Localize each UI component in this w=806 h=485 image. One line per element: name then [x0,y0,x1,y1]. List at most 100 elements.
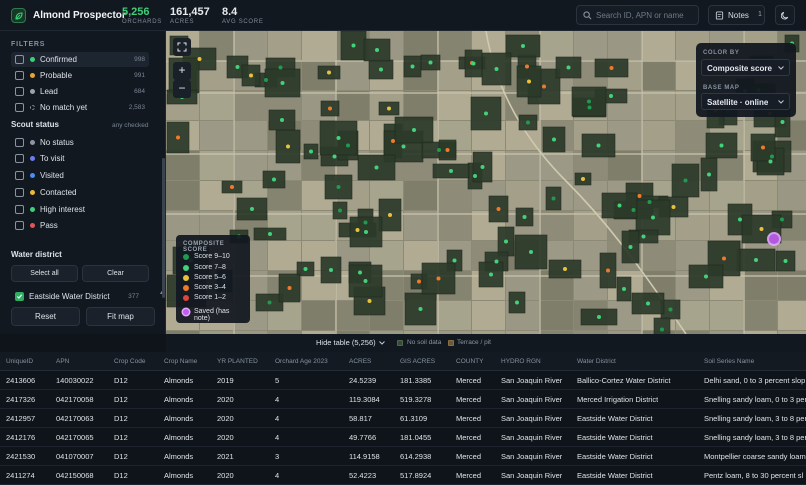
orchard-score-marker [637,194,642,198]
district-label: Eastside Water District [29,292,110,301]
column-header[interactable]: Crop Code [114,358,145,365]
legend-dot [183,285,189,291]
column-header[interactable]: APN [56,358,69,365]
checkbox[interactable] [15,103,24,112]
search-placeholder: Search ID, APN or name [596,11,684,20]
orchard-score-marker [527,79,531,84]
checkbox[interactable] [15,221,24,230]
checkbox[interactable] [15,188,24,197]
scout-contacted[interactable]: Contacted [11,185,149,200]
fit-map-button[interactable]: Fit map [86,307,155,326]
scout-no-status[interactable]: No status [11,135,149,150]
zoom-in-button[interactable]: + [173,62,191,80]
expand-icon [177,42,187,52]
orchard-score-marker [660,327,664,332]
filter-probable[interactable]: Probable 991 [11,68,149,83]
status-dot [30,207,35,212]
map-field [404,211,437,240]
column-header[interactable]: Orchard Age 2023 [275,358,328,365]
table-row[interactable]: 2413606 140030022 D12 Almonds 2019 5 24.5239 18… [0,371,806,390]
table-cell: Almonds [164,395,194,404]
orchard-score-marker [719,143,724,148]
filter-count: 684 [134,88,145,95]
zoom-out-button[interactable]: − [173,80,191,98]
table-cell: 042170058 [56,395,94,404]
scout-high-interest[interactable]: High interest [11,202,149,217]
checkbox[interactable] [15,171,24,180]
map-field [438,211,471,240]
base-map-select[interactable]: Satellite · online [701,93,790,110]
legend-label: Score 5–6 [194,274,226,281]
column-header[interactable]: ACRES [349,358,371,365]
checkbox[interactable] [15,87,24,96]
column-header[interactable]: HYDRO RGN [501,358,541,365]
district-eastside[interactable]: Eastside Water District 377 [11,290,149,302]
filter-confirmed[interactable]: Confirmed 998 [11,52,149,67]
hide-table-button[interactable]: Hide table (5,256) [316,338,376,347]
table-cell: 58.817 [349,414,372,423]
orchard-score-marker [552,137,556,142]
check-icon [16,294,23,299]
scout-visited[interactable]: Visited [11,168,149,183]
theme-toggle-button[interactable] [775,5,795,25]
column-header[interactable]: GIS ACRES [400,358,435,365]
status-dot [30,190,35,195]
column-header[interactable]: COUNTY [456,358,483,365]
notes-button[interactable]: Notes 1 [708,5,765,25]
orchard-score-marker [264,78,268,82]
checkbox[interactable] [15,154,24,163]
map-field [234,121,267,150]
column-header[interactable]: Soil Series Name [704,358,754,365]
table-cell: Merced [456,395,482,404]
orchard-score-marker [328,106,332,111]
leaf-logo-icon [11,8,26,23]
map-field [744,301,777,330]
table-cell: Merced [456,471,482,480]
select-all-button[interactable]: Select all [11,265,78,282]
checkbox[interactable] [15,292,24,301]
table-row[interactable]: 2411274 042150068 D12 Almonds 2020 4 52.4223 51… [0,466,806,485]
table-cell: Merced [456,433,482,442]
checkbox[interactable] [15,55,24,64]
fullscreen-button[interactable] [173,38,191,56]
scout-to-visit[interactable]: To visit [11,151,149,166]
orchard-score-marker [722,256,726,261]
orchard-score-marker [375,48,379,52]
table-cell: Montpellier coarse sandy loam [704,452,806,461]
table-cell: 2412957 [6,414,36,423]
filter-no-match[interactable]: No match yet 2,583 [11,100,149,115]
reset-button[interactable]: Reset [11,307,80,326]
scout-label: Visited [40,171,64,180]
table-row[interactable]: 2412176 042170065 D12 Almonds 2020 4 49.7766 18… [0,428,806,447]
orchard-score-marker [597,315,601,319]
orchard-score-marker [338,208,342,213]
stat-orchards: 5,256 ORCHARDS [122,6,162,25]
table-row[interactable]: 2421530 041070007 D12 Almonds 2021 3 114.9158 6… [0,447,806,466]
column-header[interactable]: UniqueID [6,358,33,365]
sidebar-scrollbar[interactable] [162,158,165,298]
table-cell: 140030022 [56,376,94,385]
checkbox[interactable] [15,71,24,80]
table-cell: 2020 [217,433,234,442]
checkbox[interactable] [15,138,24,147]
chevron-down-icon[interactable] [379,341,385,345]
column-header[interactable]: Water District [577,358,616,365]
checkbox[interactable] [15,205,24,214]
color-by-select[interactable]: Composite score [701,59,790,76]
map-field [234,31,267,60]
stat-label: ORCHARDS [122,19,162,25]
table-row[interactable]: 2417326 042170058 D12 Almonds 2020 4 119.3084 5… [0,390,806,409]
map-field [506,181,539,210]
table-row[interactable]: 2412957 042170063 D12 Almonds 2020 4 58.817 61.… [0,409,806,428]
clear-button[interactable]: Clear [82,265,149,282]
search-input[interactable]: Search ID, APN or name [576,5,699,25]
orchard-score-marker [387,106,391,111]
column-header[interactable]: YR PLANTED [217,358,258,365]
table-cell: D12 [114,471,128,480]
scout-pass[interactable]: Pass [11,218,149,233]
orchard-score-marker [363,279,368,283]
map-field [200,91,233,120]
orchard-score-marker [587,99,591,104]
filter-lead[interactable]: Lead 684 [11,84,149,99]
column-header[interactable]: Crop Name [164,358,197,365]
